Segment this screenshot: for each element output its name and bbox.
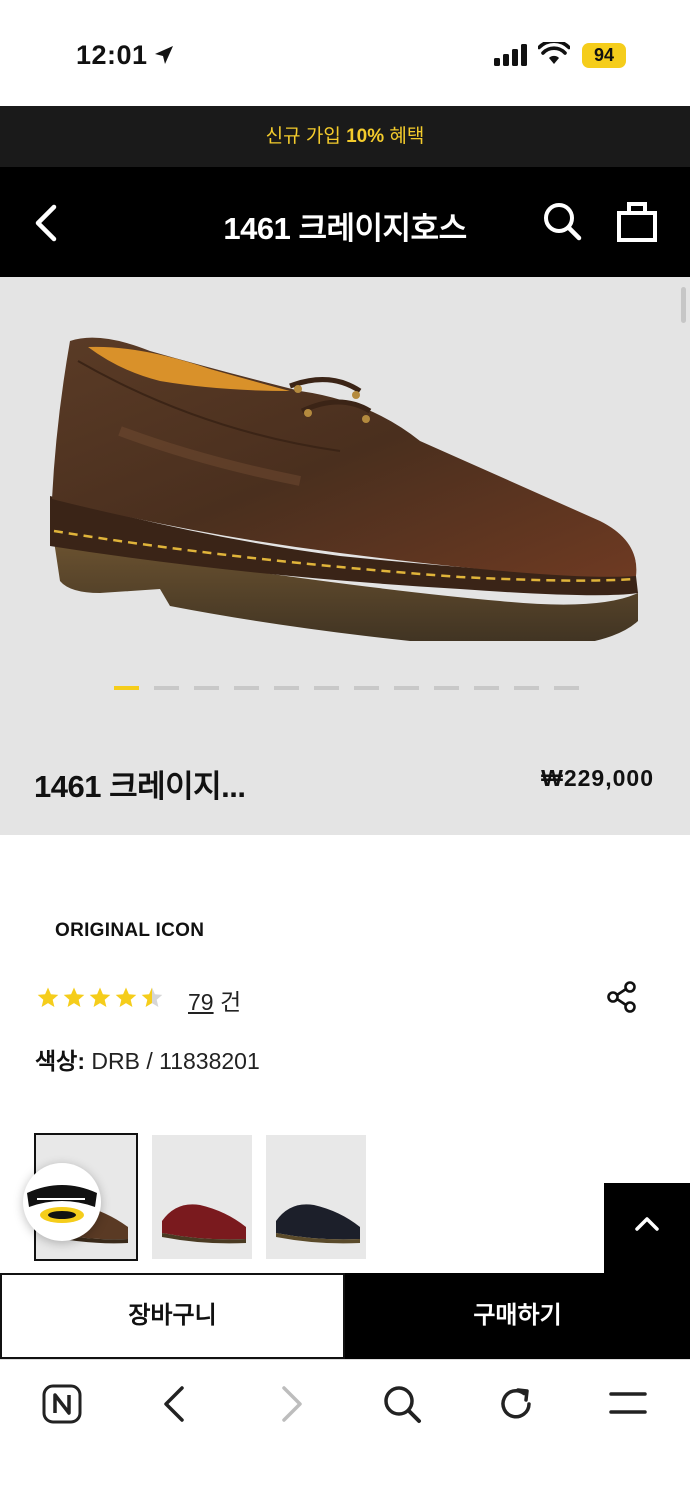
browser-search-icon[interactable] <box>382 1384 422 1429</box>
scroll-to-top-button[interactable] <box>604 1183 690 1275</box>
color-info: 색상: DRB / 11838201 <box>35 1042 260 1076</box>
buy-now-button[interactable]: 구매하기 <box>345 1273 690 1359</box>
product-shoe-image <box>50 337 638 641</box>
gallery-dot[interactable] <box>434 686 459 690</box>
location-arrow-icon <box>152 43 176 72</box>
star-icon <box>88 986 112 1015</box>
variant-thumb-cherry-red[interactable] <box>152 1135 252 1259</box>
browser-toolbar <box>0 1359 690 1500</box>
review-count-number[interactable]: 79 <box>188 989 214 1015</box>
promo-prefix: 신규 가입 <box>265 126 347 147</box>
shopping-bag-icon[interactable] <box>616 201 658 248</box>
dr-martens-logo-icon <box>27 1185 97 1223</box>
top-header: 1461 크레이지호스 <box>0 167 690 277</box>
wifi-icon <box>537 39 571 71</box>
cellular-signal-icon <box>494 44 528 71</box>
product-line-label: ORIGINAL ICON <box>55 920 205 941</box>
gallery-pagination <box>114 686 579 690</box>
product-image-gallery[interactable]: 1461 크레이지... ₩229,000 <box>0 277 690 835</box>
status-time: 12:01 <box>76 40 148 70</box>
promo-highlight: 10% <box>346 126 385 147</box>
gallery-dot[interactable] <box>114 686 139 690</box>
browser-back-icon[interactable] <box>160 1384 190 1429</box>
star-icon <box>140 986 164 1015</box>
scrollbar-thumb[interactable] <box>681 287 686 323</box>
star-icon <box>62 986 86 1015</box>
gallery-dot[interactable] <box>474 686 499 690</box>
menu-icon[interactable] <box>608 1388 648 1423</box>
brand-logo-badge[interactable] <box>23 1163 101 1241</box>
star-icon <box>114 986 138 1015</box>
gallery-dot[interactable] <box>554 686 579 690</box>
gallery-dot[interactable] <box>314 686 339 690</box>
purchase-actions: 장바구니 구매하기 <box>0 1273 690 1359</box>
review-count[interactable]: 79 건 <box>188 983 241 1017</box>
gallery-dot[interactable] <box>394 686 419 690</box>
product-name: 1461 크레이지... <box>34 769 246 804</box>
search-icon[interactable] <box>542 201 582 246</box>
variant-thumb-black[interactable] <box>266 1135 366 1259</box>
product-price: ₩229,000 <box>541 765 654 791</box>
battery-indicator: 94 <box>582 43 626 68</box>
star-rating <box>36 986 164 1015</box>
promo-banner[interactable]: 신규 가입 10% 혜택 <box>0 106 690 167</box>
naver-home-icon[interactable] <box>42 1384 82 1429</box>
browser-forward-icon[interactable] <box>276 1384 306 1429</box>
gallery-dot[interactable] <box>514 686 539 690</box>
chevron-up-icon <box>635 1217 659 1231</box>
share-icon[interactable] <box>606 981 638 1018</box>
page-title: 1461 크레이지호스 <box>223 211 467 246</box>
gallery-dot[interactable] <box>274 686 299 690</box>
add-to-cart-button[interactable]: 장바구니 <box>0 1273 345 1359</box>
status-bar: 12:01 94 <box>0 0 690 106</box>
star-icon <box>36 986 60 1015</box>
gallery-dot[interactable] <box>234 686 259 690</box>
gallery-dot[interactable] <box>354 686 379 690</box>
color-value: DRB / 11838201 <box>84 1048 260 1074</box>
gallery-dot[interactable] <box>194 686 219 690</box>
reload-icon[interactable] <box>496 1384 536 1429</box>
review-count-unit: 건 <box>213 989 242 1015</box>
rating-row[interactable]: 79 건 <box>36 983 241 1017</box>
promo-suffix: 혜택 <box>384 126 425 147</box>
color-label: 색상: <box>35 1048 85 1074</box>
gallery-dot[interactable] <box>154 686 179 690</box>
